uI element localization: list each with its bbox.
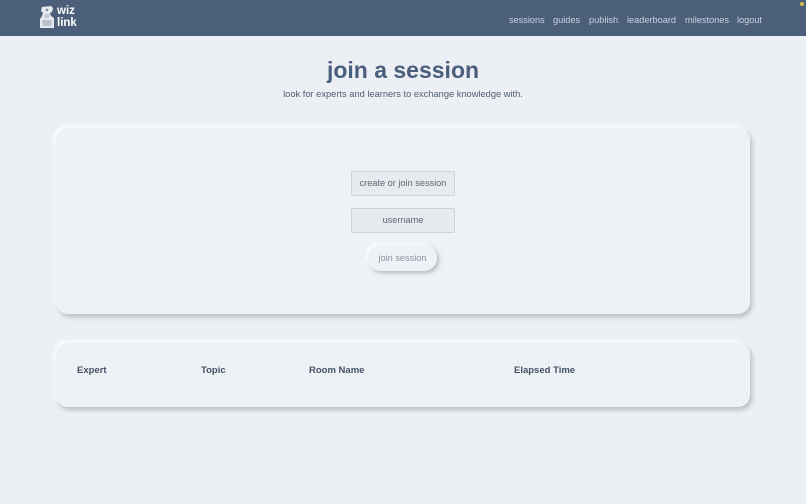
room-name-input[interactable]: create or join session bbox=[351, 171, 455, 196]
join-session-button[interactable]: join session bbox=[368, 245, 437, 271]
username-input[interactable]: username bbox=[351, 208, 455, 233]
nav-guides[interactable]: guides bbox=[553, 15, 580, 25]
page-subtitle: look for experts and learners to exchang… bbox=[283, 89, 523, 99]
nav-leaderboard[interactable]: leaderboard bbox=[627, 15, 676, 25]
nav-milestones[interactable]: milestones bbox=[685, 15, 729, 25]
sessions-table: Expert Topic Room Name Elapsed Time bbox=[56, 343, 750, 407]
nav-links: sessions guides publish leaderboard mile… bbox=[0, 15, 806, 27]
column-header-room-name: Room Name bbox=[309, 365, 365, 376]
join-session-card: create or join session username join ses… bbox=[56, 128, 750, 314]
column-header-expert: Expert bbox=[77, 365, 107, 376]
nav-logout[interactable]: logout bbox=[737, 15, 762, 25]
status-dot bbox=[800, 2, 804, 6]
column-header-topic: Topic bbox=[201, 365, 226, 376]
column-header-elapsed-time: Elapsed Time bbox=[514, 365, 576, 376]
navbar: wiz link sessions guides publish leaderb… bbox=[0, 0, 806, 36]
nav-sessions[interactable]: sessions bbox=[509, 15, 545, 25]
page-title: join a session bbox=[326, 57, 480, 83]
nav-publish[interactable]: publish bbox=[589, 15, 618, 25]
